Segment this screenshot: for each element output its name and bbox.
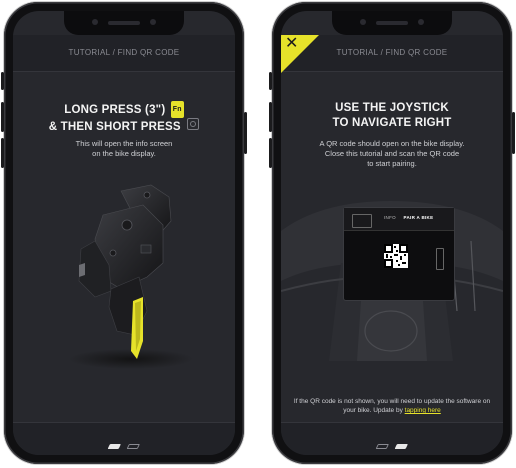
phone-volume-down-button	[1, 138, 4, 168]
page-indicator-dot-1[interactable]	[107, 444, 121, 449]
tutorial-screen-step-2: TUTORIAL / FIND QR CODE ✕ USE THE JOYSTI…	[281, 11, 503, 455]
phone-mute-button	[269, 72, 272, 90]
phone-notch	[332, 11, 452, 35]
phone-volume-up-button	[1, 102, 4, 132]
update-note-text: If the QR code is not shown, you will ne…	[293, 398, 491, 414]
page-indicator-dot-1[interactable]	[375, 444, 389, 449]
update-software-note: If the QR code is not shown, you will ne…	[291, 397, 493, 415]
step-heading-line-1: LONG PRESS (3") Fn	[13, 101, 235, 118]
phone-tutorial-step-1: TUTORIAL / FIND QR CODE LONG PRESS (3") …	[1, 2, 247, 464]
bike-display-pair-label: PAIR A BIKE	[403, 215, 434, 220]
page-indicator-dot-2[interactable]	[127, 444, 141, 449]
phone-notch	[64, 11, 184, 35]
front-camera-icon	[360, 19, 366, 25]
heading-short-press-text: & THEN SHORT PRESS	[48, 121, 181, 133]
bike-display-icon	[352, 214, 372, 228]
page-indicator	[375, 436, 409, 454]
step-heading: USE THE JOYSTICK TO NAVIGATE RIGHT	[281, 101, 503, 131]
phone-tutorial-step-2: TUTORIAL / FIND QR CODE ✕ USE THE JOYSTI…	[269, 2, 515, 464]
bike-display-info-label: INFO	[384, 215, 396, 220]
tutorial-header: TUTORIAL / FIND QR CODE	[13, 35, 235, 72]
phone-mute-button	[1, 72, 4, 90]
heading-long-press-text: LONG PRESS (3")	[64, 104, 166, 116]
fn-button-badge: Fn	[170, 101, 184, 118]
step-heading-line-2: TO NAVIGATE RIGHT	[332, 117, 452, 129]
bike-display: INFO PAIR A BIKE	[343, 207, 455, 301]
step-heading-line-2: & THEN SHORT PRESS	[13, 118, 235, 135]
phone-volume-down-button	[269, 138, 272, 168]
handlebar-controller-image	[69, 184, 193, 369]
phone-volume-up-button	[269, 102, 272, 132]
bike-display-header-text: INFO PAIR A BIKE	[384, 215, 433, 220]
front-camera-icon	[92, 19, 98, 25]
page-indicator	[107, 436, 141, 454]
qr-code-icon	[384, 244, 408, 268]
phone-power-button	[244, 112, 247, 154]
bike-display-side-button	[436, 248, 444, 270]
page-indicator-dot-2[interactable]	[395, 444, 409, 449]
earpiece-speaker	[376, 21, 408, 25]
step-description: This will open the info screen on the bi…	[75, 139, 173, 158]
update-software-link[interactable]: tapping here	[405, 407, 441, 414]
sensor-icon	[418, 19, 424, 25]
earpiece-speaker	[108, 21, 140, 25]
step-heading-line-1: USE THE JOYSTICK	[335, 102, 449, 114]
phone-power-button	[512, 112, 515, 154]
tutorial-screen-step-1: TUTORIAL / FIND QR CODE LONG PRESS (3") …	[13, 11, 235, 455]
joystick-button-icon	[187, 118, 200, 130]
sensor-icon	[150, 19, 156, 25]
breadcrumb: TUTORIAL / FIND QR CODE	[68, 48, 180, 57]
tutorial-footer	[281, 422, 503, 455]
step-heading: LONG PRESS (3") Fn & THEN SHORT PRESS	[13, 101, 235, 135]
close-x-icon[interactable]: ✕	[285, 36, 298, 52]
tutorial-footer	[13, 422, 235, 455]
step-description: A QR code should open on the bike displa…	[319, 139, 465, 168]
